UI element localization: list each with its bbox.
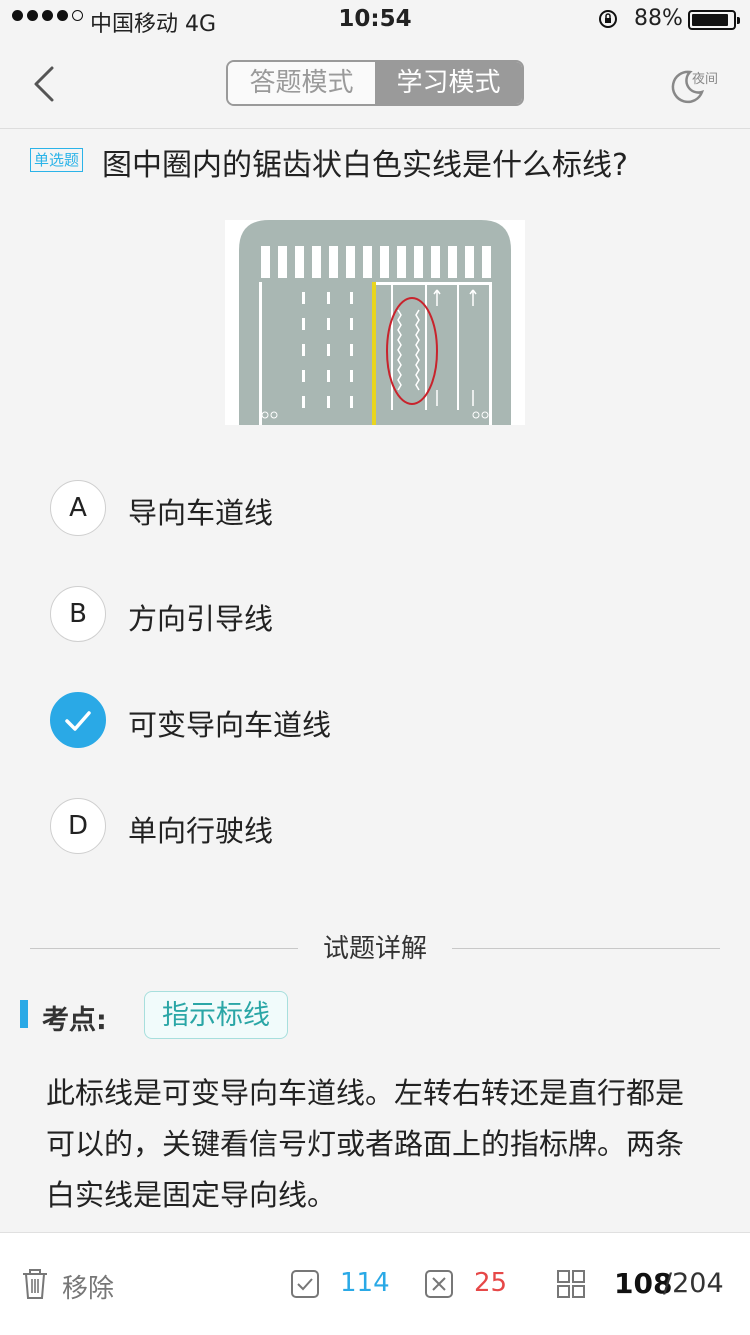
option-a-marker: A: [50, 480, 106, 536]
trash-icon: [23, 1269, 47, 1299]
option-c[interactable]: 可变导向车道线: [50, 692, 650, 748]
option-b-marker: B: [50, 586, 106, 642]
option-a-text: 导向车道线: [128, 496, 274, 530]
grid-icon: [557, 1270, 585, 1298]
option-c-text: 可变导向车道线: [128, 708, 332, 742]
night-mode-button[interactable]: 夜间: [668, 62, 728, 108]
question-progress[interactable]: 108 /204: [556, 1267, 736, 1301]
checkbox-x-icon: [425, 1270, 453, 1298]
option-c-marker: [50, 692, 106, 748]
question-text: 图中圈内的锯齿状白色实线是什么标线?: [102, 148, 628, 183]
question-type-badge: 单选题: [30, 148, 84, 172]
bottom-toolbar: 移除 114 25 108 /204: [0, 1232, 750, 1335]
remove-label: 移除: [62, 1274, 115, 1304]
tab-answer-mode[interactable]: 答题模式: [228, 62, 375, 104]
remove-button[interactable]: 移除: [20, 1267, 130, 1304]
option-d-marker: D: [50, 798, 106, 854]
status-bar: 中国移动 4G 10:54 88%: [0, 0, 750, 40]
back-chevron-icon[interactable]: [30, 64, 60, 104]
keypoint-chip[interactable]: 指示标线: [144, 991, 288, 1039]
correct-count: 114: [290, 1267, 390, 1301]
nav-bar: 答题模式 学习模式 夜间: [0, 40, 750, 129]
mode-segmented-control: 答题模式 学习模式: [226, 60, 524, 106]
explanation-text: 此标线是可变导向车道线。左转右转还是直行都是可以的，关键看信号灯或者路面上的指标…: [46, 1076, 685, 1212]
keypoint-accent-bar: [20, 1000, 28, 1028]
keypoint-label: 考点:: [42, 1005, 107, 1036]
wrong-count-value: 25: [474, 1268, 508, 1298]
tab-study-mode[interactable]: 学习模式: [375, 62, 522, 104]
correct-count-value: 114: [340, 1268, 390, 1298]
checkmark-icon: [65, 711, 91, 731]
checkbox-check-icon: [291, 1270, 319, 1298]
battery-icon: [688, 10, 740, 30]
option-b[interactable]: B 方向引导线: [50, 586, 650, 642]
option-d[interactable]: D 单向行驶线: [50, 798, 650, 854]
road-marking-image: [225, 220, 525, 425]
wrong-count: 25: [424, 1267, 514, 1301]
total-questions: /204: [663, 1268, 724, 1299]
option-a[interactable]: A 导向车道线: [50, 480, 650, 536]
night-mode-label: 夜间: [692, 72, 719, 87]
option-d-text: 单向行驶线: [128, 814, 274, 848]
rotation-lock-icon: [599, 10, 617, 28]
battery-percent: 88%: [634, 6, 683, 31]
option-b-text: 方向引导线: [128, 602, 274, 636]
details-title: 试题详解: [322, 934, 427, 964]
